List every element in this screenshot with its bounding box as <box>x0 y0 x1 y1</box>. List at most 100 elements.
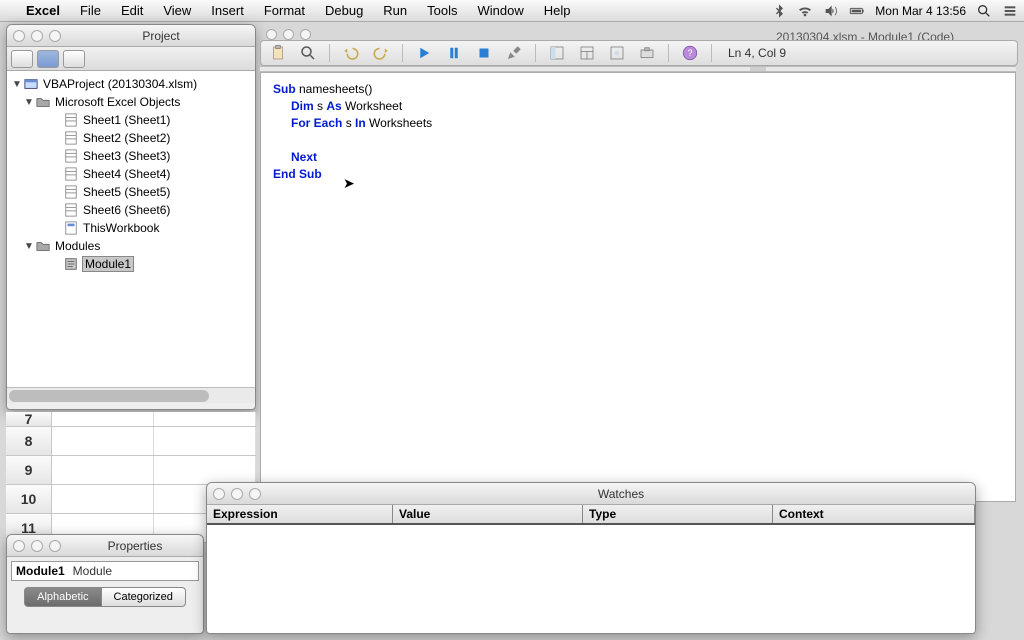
menu-debug[interactable]: Debug <box>315 3 373 18</box>
row-header[interactable]: 7 <box>6 412 52 426</box>
cell[interactable] <box>154 456 256 484</box>
tree-sheet[interactable]: Sheet5 (Sheet5) <box>7 183 255 201</box>
menu-edit[interactable]: Edit <box>111 3 153 18</box>
view-mode-button[interactable] <box>11 50 33 68</box>
menu-window[interactable]: Window <box>468 3 534 18</box>
paste-icon[interactable] <box>267 43 289 63</box>
design-mode-icon[interactable] <box>503 43 525 63</box>
watches-title: Watches <box>267 487 975 501</box>
project-hscroll[interactable] <box>7 387 255 403</box>
close-icon[interactable] <box>13 540 25 552</box>
find-icon[interactable] <box>297 43 319 63</box>
pause-icon[interactable] <box>443 43 465 63</box>
cell[interactable] <box>154 412 256 426</box>
menubar: Excel File Edit View Insert Format Debug… <box>0 0 1024 22</box>
cell[interactable] <box>154 427 256 455</box>
folder-icon <box>35 239 51 253</box>
minimize-icon[interactable] <box>31 540 43 552</box>
menu-file[interactable]: File <box>70 3 111 18</box>
object-browser-icon[interactable] <box>606 43 628 63</box>
sheet-icon <box>63 185 79 199</box>
menu-insert[interactable]: Insert <box>201 3 254 18</box>
col-type[interactable]: Type <box>583 505 773 523</box>
menu-run[interactable]: Run <box>373 3 417 18</box>
row-header[interactable]: 10 <box>6 485 52 513</box>
menu-help[interactable]: Help <box>534 3 581 18</box>
undo-icon[interactable] <box>340 43 362 63</box>
cell[interactable] <box>52 485 154 513</box>
view-mode-button-2[interactable] <box>37 50 59 68</box>
tree-modules[interactable]: ▼Modules <box>7 237 255 255</box>
project-explorer-icon[interactable] <box>546 43 568 63</box>
zoom-icon[interactable] <box>49 540 61 552</box>
stop-icon[interactable] <box>473 43 495 63</box>
menu-format[interactable]: Format <box>254 3 315 18</box>
bluetooth-icon[interactable] <box>771 3 787 19</box>
properties-object-select[interactable]: Module1Module <box>11 561 199 581</box>
project-titlebar[interactable]: Project <box>7 25 255 47</box>
code-editor[interactable]: Sub namesheets() Dim s As Worksheet For … <box>260 72 1016 502</box>
cursor-position: Ln 4, Col 9 <box>728 46 786 60</box>
menu-app[interactable]: Excel <box>16 3 70 18</box>
properties-window-icon[interactable] <box>576 43 598 63</box>
cell[interactable] <box>52 456 154 484</box>
properties-title: Properties <box>67 539 203 553</box>
tree-root[interactable]: ▼VBAProject (20130304.xlsm) <box>7 75 255 93</box>
folder-icon <box>35 95 51 109</box>
minimize-icon[interactable] <box>283 29 294 40</box>
tab-alphabetic[interactable]: Alphabetic <box>24 587 101 607</box>
wifi-icon[interactable] <box>797 3 813 19</box>
watches-panel: Watches Expression Value Type Context <box>206 482 976 634</box>
volume-icon[interactable] <box>823 3 839 19</box>
tree-sheet[interactable]: Sheet6 (Sheet6) <box>7 201 255 219</box>
menu-tools[interactable]: Tools <box>417 3 467 18</box>
workbook-icon <box>63 221 79 235</box>
code-toolbar: ? Ln 4, Col 9 <box>260 40 1018 66</box>
row-header[interactable]: 9 <box>6 456 52 484</box>
watches-titlebar[interactable]: Watches <box>207 483 975 505</box>
battery-icon[interactable] <box>849 3 865 19</box>
col-context[interactable]: Context <box>773 505 975 523</box>
watches-body[interactable] <box>207 525 975 633</box>
close-icon[interactable] <box>213 488 225 500</box>
menubar-clock[interactable]: Mon Mar 4 13:56 <box>875 4 966 18</box>
zoom-icon[interactable] <box>300 29 311 40</box>
minimize-icon[interactable] <box>31 30 43 42</box>
tab-categorized[interactable]: Categorized <box>102 587 186 607</box>
menu-view[interactable]: View <box>153 3 201 18</box>
tree-sheet[interactable]: Sheet3 (Sheet3) <box>7 147 255 165</box>
tree-sheet[interactable]: Sheet4 (Sheet4) <box>7 165 255 183</box>
help-icon[interactable]: ? <box>679 43 701 63</box>
sheet-icon <box>63 131 79 145</box>
row-header[interactable]: 8 <box>6 427 52 455</box>
tree-module1[interactable]: Module1 <box>7 255 255 273</box>
zoom-icon[interactable] <box>249 488 261 500</box>
sheet-icon <box>63 113 79 127</box>
cell[interactable] <box>52 412 154 426</box>
toggle-folders-button[interactable] <box>63 50 85 68</box>
minimize-icon[interactable] <box>231 488 243 500</box>
svg-text:?: ? <box>687 48 692 58</box>
redo-icon[interactable] <box>370 43 392 63</box>
notifications-icon[interactable] <box>1002 3 1018 19</box>
col-value[interactable]: Value <box>393 505 583 523</box>
project-tree[interactable]: ▼VBAProject (20130304.xlsm) ▼Microsoft E… <box>7 71 255 387</box>
properties-panel: Properties Module1Module Alphabetic Cate… <box>6 534 204 634</box>
close-icon[interactable] <box>266 29 277 40</box>
watches-columns: Expression Value Type Context <box>207 505 975 525</box>
sheet-icon <box>63 149 79 163</box>
project-toolbar <box>7 47 255 71</box>
close-icon[interactable] <box>13 30 25 42</box>
cell[interactable] <box>52 427 154 455</box>
properties-titlebar[interactable]: Properties <box>7 535 203 557</box>
tree-thisworkbook[interactable]: ThisWorkbook <box>7 219 255 237</box>
sheet-icon <box>63 167 79 181</box>
tree-sheet[interactable]: Sheet2 (Sheet2) <box>7 129 255 147</box>
spotlight-icon[interactable] <box>976 3 992 19</box>
tree-excel-objects[interactable]: ▼Microsoft Excel Objects <box>7 93 255 111</box>
tree-sheet[interactable]: Sheet1 (Sheet1) <box>7 111 255 129</box>
col-expression[interactable]: Expression <box>207 505 393 523</box>
toolbox-icon[interactable] <box>636 43 658 63</box>
zoom-icon[interactable] <box>49 30 61 42</box>
run-icon[interactable] <box>413 43 435 63</box>
